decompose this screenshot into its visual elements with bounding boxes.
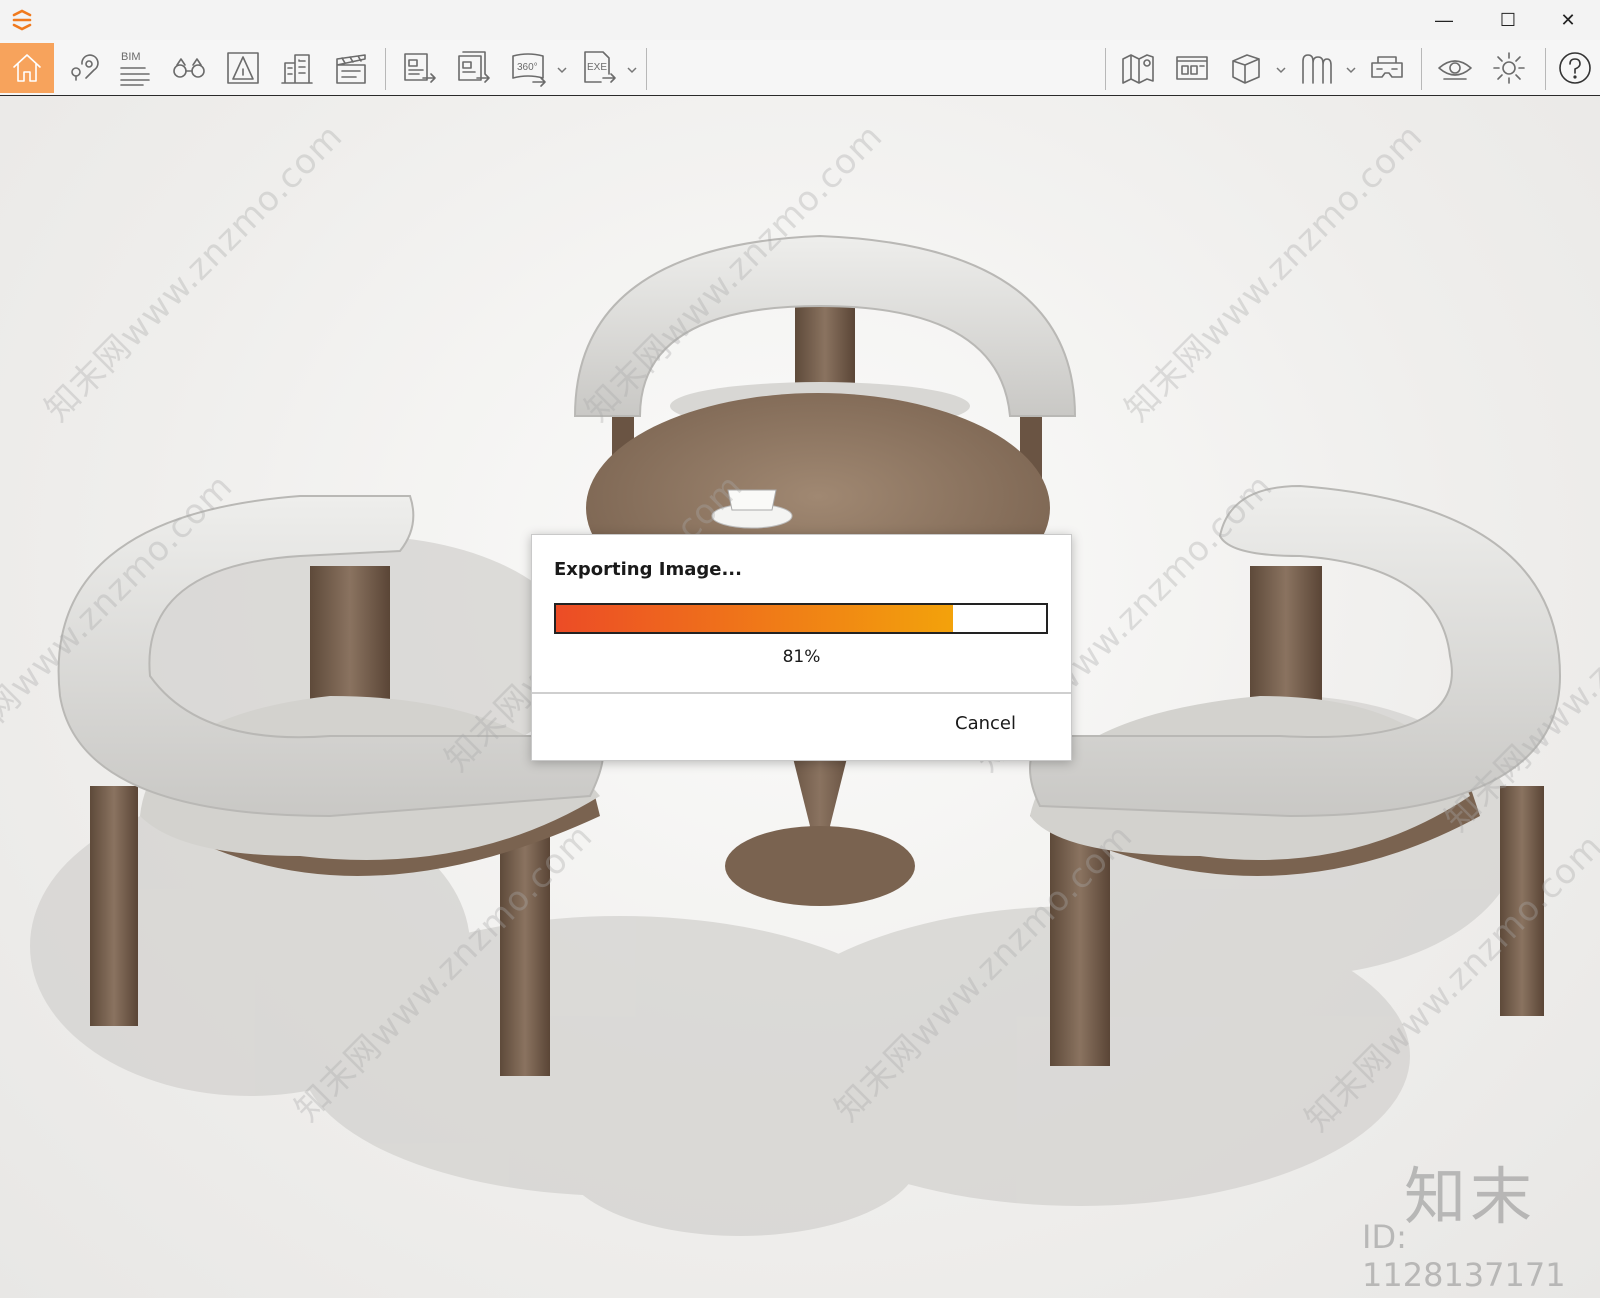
export-exe-label: EXE bbox=[587, 62, 607, 73]
toolbar-separator bbox=[385, 48, 386, 90]
minimize-icon: — bbox=[1435, 9, 1453, 30]
export-image-button[interactable] bbox=[394, 43, 444, 93]
model-button[interactable] bbox=[1222, 43, 1270, 93]
bim-button[interactable]: BIM bbox=[112, 43, 158, 93]
chevron-down-icon bbox=[1276, 67, 1286, 74]
progress-bar-fill bbox=[556, 605, 953, 632]
clapperboard-icon bbox=[336, 54, 366, 84]
export-exe-dropdown[interactable] bbox=[627, 62, 637, 74]
title-bar: — ☐ ✕ bbox=[0, 0, 1600, 40]
chevron-down-icon bbox=[557, 67, 567, 74]
asset-library-icon bbox=[1302, 54, 1332, 84]
vr-button[interactable] bbox=[1362, 43, 1412, 93]
maximize-button[interactable]: ☐ bbox=[1476, 0, 1540, 40]
visibility-button[interactable] bbox=[1430, 43, 1480, 93]
walkthrough-button[interactable] bbox=[166, 43, 212, 93]
export-360-dropdown[interactable] bbox=[557, 62, 567, 74]
context-button[interactable] bbox=[274, 43, 320, 93]
settings-icon bbox=[1493, 52, 1525, 84]
help-icon bbox=[1559, 52, 1591, 84]
toolbar-separator bbox=[1545, 48, 1546, 90]
maximize-icon: ☐ bbox=[1499, 9, 1517, 30]
minimize-button[interactable]: — bbox=[1412, 0, 1476, 40]
gallery-button[interactable] bbox=[1168, 43, 1216, 93]
map-button[interactable] bbox=[1114, 43, 1162, 93]
main-toolbar: BIM 360° EXE bbox=[0, 40, 1600, 130]
help-button[interactable] bbox=[1552, 43, 1598, 93]
dialog-divider bbox=[532, 692, 1071, 694]
buildings-icon bbox=[281, 54, 313, 84]
export-360-icon: 360° bbox=[512, 53, 546, 87]
settings-button[interactable] bbox=[1484, 43, 1534, 93]
vr-headset-icon bbox=[1371, 56, 1403, 78]
progress-percentage: 81% bbox=[782, 647, 821, 667]
chevron-down-icon bbox=[627, 67, 637, 74]
home-icon bbox=[13, 54, 41, 82]
export-360-label: 360° bbox=[517, 62, 538, 73]
location-pin-icon bbox=[71, 54, 99, 81]
export-exe-button[interactable]: EXE bbox=[576, 43, 622, 93]
dialog-title: Exporting Image... bbox=[554, 559, 742, 580]
image-id-watermark: ID: 1128137171 bbox=[1362, 1218, 1566, 1294]
model-dropdown[interactable] bbox=[1276, 62, 1286, 74]
toolbar-separator bbox=[1105, 48, 1106, 90]
progress-bar bbox=[554, 603, 1048, 634]
video-button[interactable] bbox=[328, 43, 374, 93]
close-button[interactable]: ✕ bbox=[1536, 0, 1600, 40]
perspective-button[interactable] bbox=[220, 43, 266, 93]
map-icon bbox=[1122, 54, 1154, 84]
locations-button[interactable] bbox=[58, 43, 108, 93]
close-icon: ✕ bbox=[1560, 9, 1576, 30]
perspective-icon bbox=[227, 52, 259, 84]
toolbar-separator bbox=[1421, 48, 1422, 90]
asset-library-dropdown[interactable] bbox=[1346, 62, 1356, 74]
batch-export-button[interactable] bbox=[448, 43, 498, 93]
image-gallery-icon bbox=[1176, 56, 1208, 80]
home-button[interactable] bbox=[0, 43, 54, 93]
asset-library-button[interactable] bbox=[1292, 43, 1340, 93]
chevron-down-icon bbox=[1346, 67, 1356, 74]
export-image-icon bbox=[404, 53, 436, 83]
export-progress-dialog: Exporting Image... 81% Cancel bbox=[531, 534, 1072, 761]
bim-label: BIM bbox=[121, 51, 141, 63]
eye-icon bbox=[1438, 60, 1472, 80]
binoculars-icon bbox=[173, 58, 205, 78]
export-exe-icon: EXE bbox=[584, 51, 616, 83]
toolbar-separator bbox=[646, 48, 647, 90]
export-360-button[interactable]: 360° bbox=[504, 43, 554, 93]
batch-export-icon bbox=[458, 51, 490, 83]
bim-icon: BIM bbox=[120, 51, 150, 86]
cancel-button[interactable]: Cancel bbox=[955, 713, 1016, 734]
cube-icon bbox=[1232, 54, 1260, 84]
app-logo-icon bbox=[12, 9, 32, 31]
